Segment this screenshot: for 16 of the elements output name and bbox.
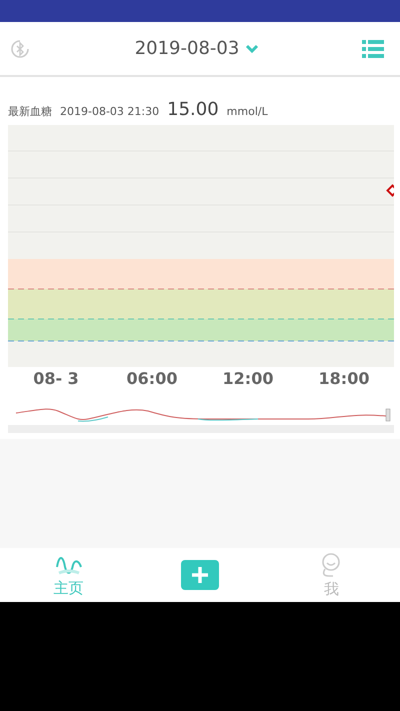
plus-icon [190, 566, 209, 584]
time-label: 08- 3 [32, 368, 80, 388]
time-label: 12:00 [222, 368, 274, 388]
nav-tab[interactable]: 我 [262, 548, 400, 602]
date-picker[interactable]: 2019-08-03 [134, 38, 260, 59]
add-button[interactable] [180, 560, 219, 590]
reading-time: 2019-08-03 21:30 [60, 105, 160, 118]
latest-label: 最新血糖 [8, 104, 52, 119]
nav-tab[interactable]: 主页 [0, 548, 138, 602]
reading-marker [386, 184, 394, 197]
chevron-down-icon [245, 44, 260, 54]
unit-label: mmol/L [226, 105, 268, 118]
glucose-value: 15.00 [167, 99, 219, 120]
time-label: 06:00 [126, 368, 178, 388]
time-label: 18:00 [318, 368, 370, 388]
list-icon[interactable] [362, 40, 384, 58]
